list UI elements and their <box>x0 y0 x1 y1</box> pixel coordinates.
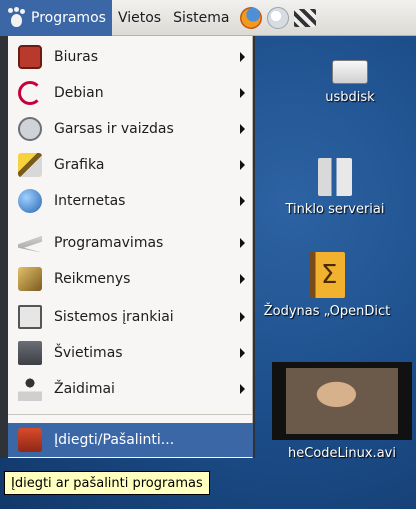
menu-item-label: Sistemos įrankiai <box>54 309 174 325</box>
menu-item-sound-video[interactable]: Garsas ir vaizdas <box>8 112 253 146</box>
install-remove-icon <box>18 428 42 452</box>
network-servers-icon <box>318 158 352 196</box>
help-icon[interactable] <box>267 6 290 29</box>
video-thumbnail <box>272 362 412 440</box>
desktop-icon-label: usbdisk <box>325 90 375 105</box>
menu-item-label: Programavimas <box>54 235 164 251</box>
menu-item-internet[interactable]: Internetas <box>8 184 253 218</box>
applications-menu-label: Programos <box>31 9 106 26</box>
menu-item-label: Grafika <box>54 157 105 173</box>
menu-item-biuras[interactable]: Biuras <box>8 40 253 74</box>
clapperboard-icon[interactable] <box>294 8 317 27</box>
desktop-icon-video[interactable]: heCodeLinux.avi <box>268 362 416 461</box>
graphics-icon <box>18 153 42 177</box>
desktop-icon-label: Tinklo serveriai <box>285 202 385 217</box>
applications-menu-button[interactable]: Programos <box>0 0 112 36</box>
submenu-arrow-icon <box>240 238 245 248</box>
submenu-arrow-icon <box>240 124 245 134</box>
applications-menu: Biuras Debian Garsas ir vaizdas Grafika … <box>0 36 255 458</box>
desktop-icon-dictionary[interactable]: Žodynas „OpenDict <box>238 252 416 319</box>
gnome-foot-icon <box>6 6 26 28</box>
menu-item-label: Garsas ir vaizdas <box>54 121 174 137</box>
menu-item-label: Reikmenys <box>54 271 131 287</box>
menu-item-label: Internetas <box>54 193 126 209</box>
usb-disk-icon <box>332 60 368 84</box>
menu-item-label: Debian <box>54 85 104 101</box>
education-folder-icon <box>18 341 42 365</box>
briefcase-icon <box>18 45 42 69</box>
submenu-arrow-icon <box>240 312 245 322</box>
submenu-arrow-icon <box>240 160 245 170</box>
dictionary-icon <box>309 252 345 298</box>
globe-icon <box>18 189 42 213</box>
submenu-arrow-icon <box>240 196 245 206</box>
menu-item-label: Žaidimai <box>54 381 115 397</box>
desktop-icon-usbdisk[interactable]: usbdisk <box>300 60 400 105</box>
submenu-arrow-icon <box>240 348 245 358</box>
desktop-icon-network-servers[interactable]: Tinklo serveriai <box>260 158 410 217</box>
system-tools-icon <box>18 305 42 329</box>
menu-item-debian[interactable]: Debian <box>8 76 253 110</box>
menu-item-label: Švietimas <box>54 345 123 361</box>
menu-item-label: Biuras <box>54 49 98 65</box>
accessories-icon <box>18 267 42 291</box>
submenu-arrow-icon <box>240 274 245 284</box>
submenu-arrow-icon <box>240 384 245 394</box>
places-menu-button[interactable]: Vietos <box>112 0 167 36</box>
menu-item-accessories[interactable]: Reikmenys <box>8 262 253 296</box>
joystick-icon <box>18 377 42 401</box>
menu-item-graphics[interactable]: Grafika <box>8 148 253 182</box>
menu-separator <box>8 414 253 415</box>
submenu-arrow-icon <box>240 88 245 98</box>
development-icon <box>18 235 42 253</box>
menu-item-games[interactable]: Žaidimai <box>8 372 253 406</box>
desktop-icon-label: heCodeLinux.avi <box>288 446 396 461</box>
firefox-icon[interactable] <box>240 6 263 29</box>
menu-item-label: Įdiegti/Pašalinti... <box>54 432 175 448</box>
tooltip: Įdiegti ar pašalinti programas <box>4 471 210 495</box>
system-menu-button[interactable]: Sistema <box>167 0 235 36</box>
applications-menu-list: Biuras Debian Garsas ir vaizdas Grafika … <box>8 36 253 458</box>
debian-icon <box>18 81 42 105</box>
submenu-arrow-icon <box>240 52 245 62</box>
menu-item-install-remove[interactable]: Įdiegti/Pašalinti... <box>8 423 253 457</box>
menu-item-system-tools[interactable]: Sistemos įrankiai <box>8 300 253 334</box>
sound-video-icon <box>18 117 42 141</box>
desktop-icon-label: Žodynas „OpenDict <box>263 304 391 319</box>
top-panel: Programos Vietos Sistema <box>0 0 416 36</box>
menu-item-programming[interactable]: Programavimas <box>8 226 253 260</box>
menu-item-education[interactable]: Švietimas <box>8 336 253 370</box>
